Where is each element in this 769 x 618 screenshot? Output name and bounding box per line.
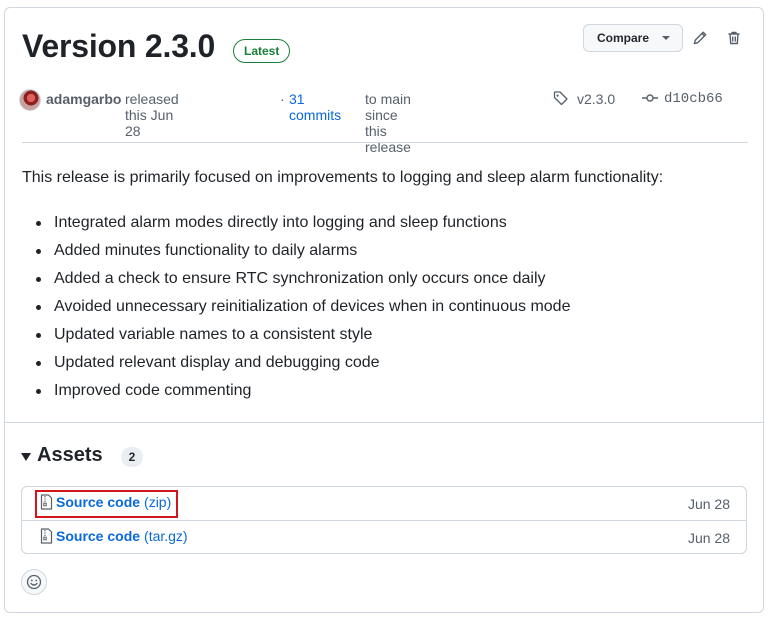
since-text: to main since this release [365, 91, 411, 155]
tag-link[interactable]: v2.3.0 [577, 91, 615, 107]
compare-button[interactable]: Compare [583, 24, 683, 52]
file-zip-icon [40, 494, 53, 510]
asset-link-zip[interactable]: Source code (zip) [40, 494, 171, 510]
commit-sha-link[interactable]: d10cb66 [664, 91, 723, 107]
tag-icon [553, 90, 569, 109]
release-intro: This release is primarily focused on imp… [22, 169, 664, 186]
asset-link-targz[interactable]: Source code (tar.gz) [40, 528, 188, 544]
edit-button[interactable] [689, 27, 711, 49]
assets-list: Source code (zip) Jun 28 Source code (ta… [21, 486, 747, 554]
asset-row: Source code (zip) Jun 28 [22, 487, 746, 521]
compare-label: Compare [597, 31, 650, 45]
pencil-icon [693, 31, 707, 45]
divider [22, 142, 748, 143]
assets-count-badge: 2 [121, 447, 143, 467]
asset-ext: (zip) [144, 494, 172, 510]
release-title[interactable]: Version 2.3.0 [22, 28, 215, 65]
asset-ext: (tar.gz) [144, 528, 188, 544]
list-item: Updated relevant display and debugging c… [22, 349, 570, 377]
list-item: Improved code commenting [22, 377, 570, 405]
latest-badge: Latest [233, 39, 291, 63]
asset-name: Source code [56, 494, 141, 510]
list-item: Updated variable names to a consistent s… [22, 321, 570, 349]
commit-icon [641, 90, 659, 109]
triangle-down-icon [21, 452, 31, 461]
assets-toggle[interactable]: Assets [21, 444, 103, 467]
list-item: Added a check to ensure RTC synchronizat… [22, 265, 570, 293]
avatar[interactable] [19, 89, 41, 111]
release-card: Version 2.3.0 Latest Compare adamgarbo r… [4, 7, 764, 613]
commits-link[interactable]: 31 commits [289, 91, 341, 123]
asset-name: Source code [56, 528, 141, 544]
asset-date: Jun 28 [687, 496, 730, 512]
author-link[interactable]: adamgarbo [46, 91, 121, 107]
asset-row: Source code (tar.gz) Jun 28 [22, 521, 746, 555]
list-item: Added minutes functionality to daily ala… [22, 237, 570, 265]
release-notes-list: Integrated alarm modes directly into log… [22, 209, 570, 405]
trash-icon [728, 31, 740, 45]
add-reaction-button[interactable] [21, 569, 47, 595]
delete-button[interactable] [723, 27, 745, 49]
list-item: Avoided unnecessary reinitialization of … [22, 293, 570, 321]
chevron-down-icon [662, 36, 670, 40]
section-divider [5, 422, 763, 423]
asset-date: Jun 28 [687, 530, 730, 546]
separator-dot: · [280, 91, 285, 107]
assets-heading: Assets [37, 444, 103, 466]
file-zip-icon [40, 528, 53, 544]
released-text: released this Jun 28 [125, 91, 179, 139]
list-item: Integrated alarm modes directly into log… [22, 209, 570, 237]
smiley-icon [26, 574, 42, 590]
